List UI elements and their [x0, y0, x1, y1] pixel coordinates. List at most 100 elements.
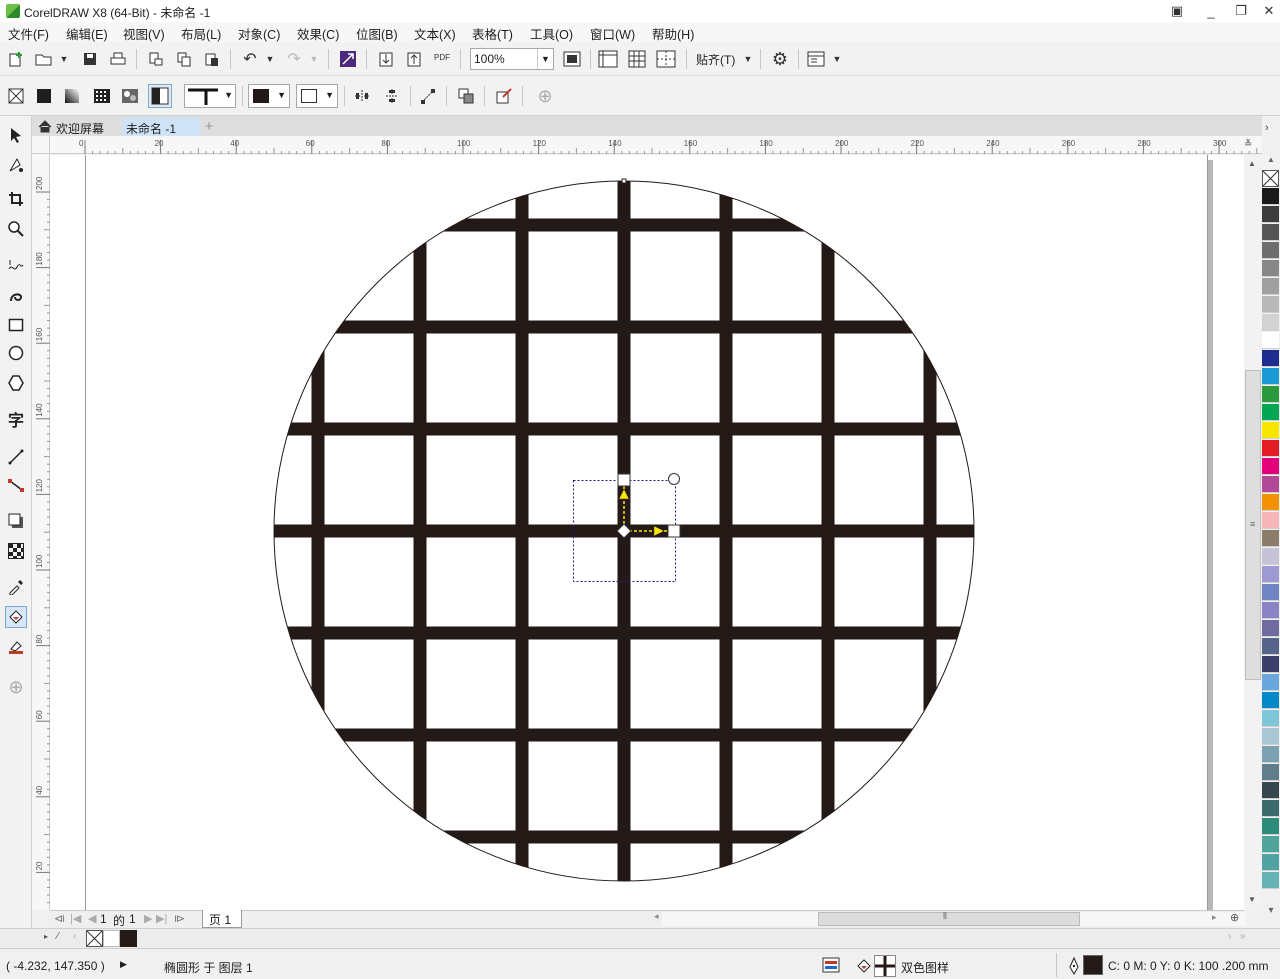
palette-scroll-up-icon[interactable]: ▲ — [1262, 155, 1280, 170]
options-gear-icon[interactable]: ⚙ — [770, 49, 790, 69]
horizontal-ruler[interactable]: 0 20 40 60 80 100 120 140 160 180 200 220 240 260 280 3… — [50, 136, 1262, 154]
palette-color-swatch[interactable] — [1262, 206, 1279, 223]
vector-pattern-fill-icon[interactable] — [92, 86, 112, 106]
drop-shadow-tool-icon[interactable] — [5, 510, 27, 532]
hscroll-right-icon[interactable]: ▸ — [1212, 912, 1217, 923]
open-folder-icon[interactable] — [34, 49, 54, 69]
right-size-handle[interactable] — [667, 524, 681, 538]
vertical-scroll-thumb[interactable]: ≡ — [1245, 370, 1261, 680]
undo-dropdown-chevron-icon[interactable]: ▼ — [260, 49, 280, 69]
launcher-dropdown-chevron-icon[interactable]: ▼ — [827, 49, 847, 69]
crop-tool-icon[interactable] — [5, 188, 27, 210]
horizontal-scrollbar[interactable]: ⦀ ▸ — [662, 911, 1246, 926]
menu-edit[interactable]: 编辑(E) — [66, 24, 108, 43]
zoom-dropdown-chevron-icon[interactable]: ▼ — [537, 49, 553, 69]
menu-bitmap[interactable]: 位图(B) — [356, 24, 398, 43]
palette-color-swatch[interactable] — [1262, 224, 1279, 241]
palette-color-swatch[interactable] — [1262, 242, 1279, 259]
palette-color-swatch[interactable] — [1262, 710, 1279, 727]
doc-palette-black-swatch[interactable] — [120, 930, 137, 947]
pattern-picker-dropdown[interactable]: ▼ — [184, 84, 236, 108]
palette-color-swatch[interactable] — [1262, 854, 1279, 871]
rotate-skew-handle[interactable] — [668, 473, 680, 485]
add-tool-icon[interactable]: ⊕ — [5, 676, 27, 698]
palette-color-swatch[interactable] — [1262, 476, 1279, 493]
palette-color-swatch[interactable] — [1262, 638, 1279, 655]
print-icon[interactable] — [108, 49, 128, 69]
palette-color-swatch[interactable] — [1262, 800, 1279, 817]
fill-pattern-swatch[interactable] — [874, 955, 896, 977]
palette-color-swatch[interactable] — [1262, 332, 1279, 349]
import-icon[interactable] — [376, 49, 396, 69]
palette-color-swatch[interactable] — [1262, 602, 1279, 619]
shape-tool-icon[interactable] — [5, 154, 27, 176]
menu-file[interactable]: 文件(F) — [8, 24, 49, 43]
color-management-icon[interactable] — [822, 957, 840, 973]
palette-color-swatch[interactable] — [1262, 296, 1279, 313]
palette-color-swatch[interactable] — [1262, 188, 1279, 205]
menu-window[interactable]: 窗口(W) — [590, 24, 635, 43]
palette-color-swatch[interactable] — [1262, 386, 1279, 403]
menu-view[interactable]: 视图(V) — [123, 24, 165, 43]
redo-dropdown-chevron-icon[interactable]: ▼ — [304, 49, 324, 69]
foreground-dropdown-chevron-icon[interactable]: ▼ — [277, 90, 286, 100]
go-to-first-page-icon[interactable]: |◀ — [70, 912, 81, 925]
save-icon[interactable] — [80, 49, 100, 69]
palette-color-swatch[interactable] — [1262, 674, 1279, 691]
palette-color-swatch[interactable] — [1262, 872, 1279, 889]
bitmap-pattern-fill-icon[interactable] — [120, 86, 140, 106]
palette-color-swatch[interactable] — [1262, 404, 1279, 421]
connector-tool-icon[interactable] — [5, 474, 27, 496]
export-pdf-icon[interactable]: PDF — [432, 47, 452, 67]
vertical-ruler[interactable]: 200 180 160 140 120 100 80 60 40 20 — [32, 154, 50, 910]
palette-color-swatch[interactable] — [1262, 782, 1279, 799]
open-dropdown-chevron-icon[interactable]: ▼ — [54, 49, 74, 69]
palette-color-swatch[interactable] — [1262, 422, 1279, 439]
ellipse-node-handle[interactable] — [621, 178, 627, 184]
doc-palette-eyedropper-icon[interactable]: ⁄ — [57, 931, 59, 942]
zoom-tool-icon[interactable] — [5, 218, 27, 240]
palette-color-swatch[interactable] — [1262, 728, 1279, 745]
redo-icon[interactable]: ↷ — [284, 49, 304, 69]
add-toolbar-item-icon[interactable]: ⊕ — [535, 86, 555, 106]
palette-no-color-swatch[interactable] — [1262, 170, 1279, 187]
vertical-scrollbar[interactable]: ▲ ≡ ▼ — [1244, 155, 1262, 910]
current-page-number[interactable]: 1 — [100, 912, 107, 926]
palette-color-swatch[interactable] — [1262, 530, 1279, 547]
two-color-pattern-fill-icon[interactable] — [148, 84, 172, 108]
show-grid-icon[interactable] — [627, 49, 647, 69]
parallel-dimension-tool-icon[interactable] — [5, 446, 27, 468]
artistic-media-tool-icon[interactable] — [5, 284, 27, 306]
palette-color-swatch[interactable] — [1262, 512, 1279, 529]
transform-with-object-icon[interactable] — [418, 86, 438, 106]
color-eyedropper-tool-icon[interactable] — [5, 576, 27, 598]
close-button[interactable]: ✕ — [1252, 0, 1280, 22]
add-page-icon[interactable]: ⧐ — [174, 912, 185, 925]
palette-color-swatch[interactable] — [1262, 818, 1279, 835]
ellipse-tool-icon[interactable] — [5, 342, 27, 364]
ruler-options-icon[interactable]: ≚ — [1244, 139, 1252, 150]
horizontal-scroll-thumb[interactable]: ⦀ — [818, 911, 1080, 926]
no-fill-icon[interactable] — [6, 86, 26, 106]
pick-tool-icon[interactable] — [5, 124, 27, 146]
minimize-button[interactable]: _ — [1194, 0, 1228, 22]
palette-color-swatch[interactable] — [1262, 440, 1279, 457]
tab-untitled-1[interactable]: 未命名 -1 — [122, 118, 200, 136]
polygon-tool-icon[interactable] — [5, 372, 27, 394]
doc-palette-expand-icon[interactable]: » — [1240, 931, 1246, 942]
snap-to-dropdown[interactable]: 贴齐(T) — [696, 51, 735, 68]
palette-color-swatch[interactable] — [1262, 260, 1279, 277]
snap-dropdown-chevron-icon[interactable]: ▼ — [738, 49, 758, 69]
palette-scroll-down-icon[interactable]: ▾ — [1262, 905, 1280, 920]
previous-page-icon[interactable]: ◀ — [88, 912, 96, 925]
first-page-icon[interactable]: ⧏ — [54, 912, 65, 925]
doc-palette-no-color-swatch[interactable] — [86, 930, 103, 947]
palette-color-swatch[interactable] — [1262, 692, 1279, 709]
palette-color-swatch[interactable] — [1262, 656, 1279, 673]
uniform-fill-icon[interactable] — [34, 86, 54, 106]
palette-color-swatch[interactable] — [1262, 620, 1279, 637]
page-tab-1[interactable]: 页 1 — [202, 910, 242, 928]
export-icon[interactable] — [404, 49, 424, 69]
background-dropdown-chevron-icon[interactable]: ▼ — [325, 90, 334, 100]
doc-palette-scroll-left-icon[interactable]: ‹ — [73, 931, 76, 942]
